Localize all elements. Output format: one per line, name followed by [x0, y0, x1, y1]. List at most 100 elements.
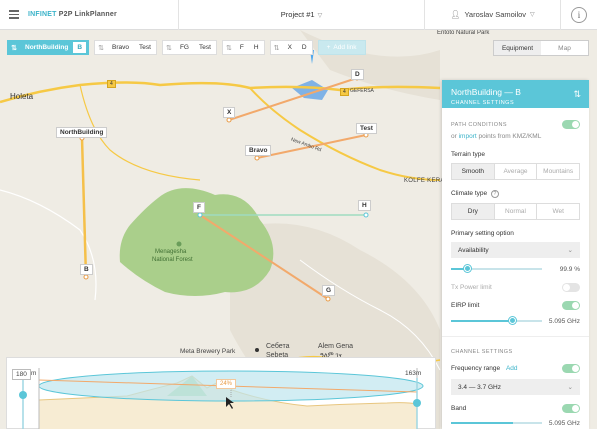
- project-selector[interactable]: Project #1 ▽: [179, 10, 424, 19]
- site-marker[interactable]: [363, 212, 369, 218]
- site-label-x[interactable]: X: [223, 107, 236, 118]
- road-number-badge: 4: [107, 80, 116, 88]
- left-antenna-height[interactable]: 180: [12, 369, 31, 380]
- place-label: Себета: [266, 343, 290, 350]
- availability-slider[interactable]: 99.9 %: [451, 264, 580, 274]
- band-slider[interactable]: 5.095 GHz: [451, 418, 580, 428]
- eirp-limit-toggle[interactable]: [562, 301, 580, 310]
- path-profile-chart: [19, 368, 424, 429]
- project-name: Project #1: [280, 10, 315, 19]
- road-number-badge: 4: [340, 88, 349, 96]
- link-site-b: H: [253, 44, 259, 51]
- place-label: Holeta: [10, 92, 34, 101]
- place-label: Entoto Natural Park: [437, 30, 490, 36]
- section-divider: [442, 336, 589, 337]
- channel-settings-heading: CHANNEL SETTINGS: [451, 349, 513, 355]
- band-label: Band: [451, 405, 467, 412]
- slider-track: [451, 422, 542, 424]
- slider-handle[interactable]: [509, 317, 517, 324]
- link-settings-panel: NorthBuilding — B CHANNEL SETTINGS ⇅ PAT…: [442, 80, 589, 429]
- link-chip-northbuilding-b[interactable]: ⇅ NorthBuilding B: [7, 40, 90, 55]
- user-name: Yaroslav Samoilov: [464, 10, 527, 19]
- link-icon: ⇅: [273, 44, 280, 52]
- menu-icon[interactable]: [0, 0, 28, 30]
- link-site-a: Bravo: [112, 44, 130, 51]
- link-site-a: FG: [179, 44, 189, 51]
- site-marker[interactable]: [325, 296, 331, 302]
- link-chip-x-d[interactable]: ⇅ X D: [269, 40, 313, 55]
- link-site-b: D: [301, 44, 307, 51]
- right-antenna-height: 163m: [405, 370, 422, 377]
- slider-fill: [451, 422, 513, 424]
- frequency-range-toggle[interactable]: [562, 364, 580, 373]
- link-site-b: B: [73, 42, 87, 53]
- info-button[interactable]: i: [561, 0, 597, 30]
- left-height-unit: m: [31, 370, 37, 377]
- slider-track: [451, 265, 542, 272]
- road-new-ambo: [249, 87, 441, 181]
- user-menu[interactable]: 👤︎ Yaroslav Samoilov ▽: [425, 0, 560, 30]
- tab-map[interactable]: Map: [541, 41, 588, 55]
- climate-option-dry[interactable]: Dry: [452, 204, 495, 219]
- link-site-a: NorthBuilding: [25, 44, 69, 51]
- site-label-test[interactable]: Test: [356, 123, 377, 134]
- slider-handle[interactable]: [463, 265, 471, 272]
- import-or-text: or: [451, 133, 457, 140]
- import-rest-text: points from KMZ/KML: [478, 133, 542, 140]
- band-value: 5.095 GHz: [548, 419, 580, 427]
- availability-value: 99.9 %: [559, 265, 580, 273]
- chevron-down-icon: ▽: [530, 12, 535, 18]
- main-road: [0, 81, 441, 104]
- import-link[interactable]: import: [459, 133, 477, 140]
- site-marker[interactable]: [254, 155, 260, 161]
- place-label: KOLFE KERA: [404, 178, 445, 184]
- band-toggle[interactable]: [562, 404, 580, 413]
- climate-option-wet[interactable]: Wet: [537, 204, 579, 219]
- place-label: National Forest: [152, 257, 193, 263]
- eirp-slider[interactable]: 5.095 GHz: [451, 316, 580, 326]
- place-dot-icon: [255, 348, 259, 352]
- tab-equipment[interactable]: Equipment: [494, 41, 541, 55]
- frequency-range-text: Frequency range: [451, 365, 501, 372]
- link-x-d[interactable]: [228, 77, 358, 121]
- frequency-range-label: Frequency range Add: [451, 365, 518, 372]
- site-marker[interactable]: [197, 212, 203, 218]
- site-label-bravo[interactable]: Bravo: [245, 145, 272, 156]
- frequency-range-select[interactable]: 3.4 — 3.7 GHz ⌄: [451, 379, 580, 395]
- site-label-d[interactable]: D: [351, 69, 364, 80]
- site-label-h[interactable]: H: [358, 200, 371, 211]
- path-conditions-heading: PATH CONDITIONS: [451, 121, 507, 128]
- tx-power-limit-toggle[interactable]: [562, 283, 580, 292]
- terrain-option-average[interactable]: Average: [495, 164, 538, 179]
- chevron-down-icon: ⌄: [567, 384, 573, 391]
- eirp-value: 5.095 GHz: [548, 317, 580, 325]
- terrain-option-mountains[interactable]: Mountains: [537, 164, 579, 179]
- site-label-b[interactable]: B: [80, 264, 93, 275]
- link-northbuilding-b[interactable]: [80, 137, 88, 278]
- link-chip-bravo-test[interactable]: ⇅ Bravo Test: [94, 40, 157, 55]
- site-marker[interactable]: [226, 117, 232, 123]
- climate-option-normal[interactable]: Normal: [495, 204, 538, 219]
- path-conditions-toggle[interactable]: [562, 120, 580, 129]
- link-settings-icon[interactable]: ⇅: [573, 89, 581, 100]
- primary-setting-select[interactable]: Availability ⌄: [451, 242, 580, 258]
- help-icon[interactable]: ?: [490, 190, 499, 198]
- terrain-option-smooth[interactable]: Smooth: [452, 164, 495, 179]
- terrain-type-selector: Smooth Average Mountains: [451, 163, 580, 180]
- park-pin-icon: [176, 241, 182, 247]
- link-chip-f-h[interactable]: ⇅ F H: [221, 40, 265, 55]
- site-marker[interactable]: [83, 274, 89, 280]
- site-label-f[interactable]: F: [193, 202, 205, 213]
- link-chip-fg-test[interactable]: ⇅ FG Test: [161, 40, 217, 55]
- add-link-button[interactable]: + Add link: [317, 40, 366, 55]
- link-chips-bar: ⇅ NorthBuilding B ⇅ Bravo Test ⇅ FG Test…: [7, 40, 366, 55]
- left-height-handle[interactable]: [19, 391, 27, 399]
- minor-road: [0, 189, 97, 301]
- right-height-handle[interactable]: [413, 399, 421, 407]
- site-label-g[interactable]: G: [322, 285, 336, 296]
- clearance-badge: 24%: [216, 379, 237, 389]
- frequency-add-link[interactable]: Add: [506, 365, 518, 372]
- link-icon: ⇅: [166, 44, 172, 52]
- eirp-limit-label: EIRP limit: [451, 302, 480, 309]
- site-label-northbuilding[interactable]: NorthBuilding: [56, 127, 108, 138]
